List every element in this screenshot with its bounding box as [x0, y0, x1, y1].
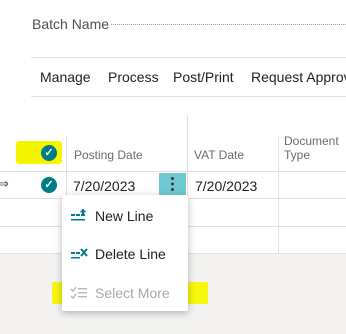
current-row-arrow-icon: ⇒ [0, 176, 9, 191]
menu-item-label: Delete Line [95, 246, 166, 262]
menu-item-select-more[interactable]: Select More [62, 278, 188, 308]
delete-line-icon [70, 246, 88, 262]
new-line-icon [70, 208, 88, 224]
menu-item-delete-line[interactable]: Delete Line [62, 239, 188, 269]
row-select-check-icon[interactable]: ✓ [41, 177, 57, 193]
row-divider [0, 171, 346, 172]
row-actions-kebab-button[interactable]: ⋮ [159, 173, 186, 197]
action-manage[interactable]: Manage [40, 69, 91, 85]
column-header-vat-date[interactable]: VAT Date [194, 148, 244, 162]
menu-item-new-line[interactable]: New Line [62, 201, 188, 231]
posting-date-cell[interactable]: 7/20/2023 [73, 178, 135, 194]
select-more-icon [70, 285, 88, 301]
column-header-document-type[interactable]: Document Type [284, 134, 339, 162]
vat-date-cell[interactable]: 7/20/2023 [195, 178, 257, 194]
menu-item-label: New Line [95, 208, 154, 224]
action-process[interactable]: Process [108, 69, 159, 85]
row-context-menu: New Line Delete Line Select More [62, 195, 188, 311]
batch-name-field[interactable] [111, 24, 346, 25]
batch-name-label: Batch Name [32, 16, 110, 32]
select-all-check-icon[interactable]: ✓ [41, 145, 57, 161]
column-header-posting-date[interactable]: Posting Date [74, 148, 143, 162]
action-bar: Manage Process Post/Print Request Approv… [31, 57, 346, 97]
menu-item-label: Select More [95, 285, 170, 301]
action-request-approval[interactable]: Request Approval [251, 69, 346, 85]
action-post-print[interactable]: Post/Print [173, 69, 234, 85]
column-divider [278, 136, 279, 254]
